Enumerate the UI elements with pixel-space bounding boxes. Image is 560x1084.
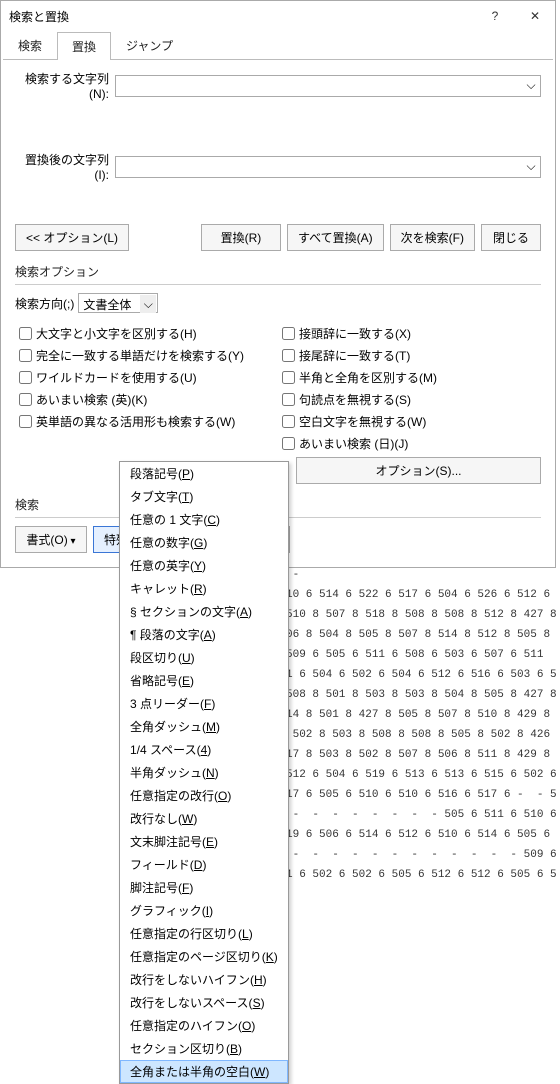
- menu-item[interactable]: 全角または半角の空白(W): [120, 1060, 288, 1083]
- help-icon: ?: [492, 9, 499, 23]
- menu-item[interactable]: 3 点リーダー(F): [120, 692, 288, 715]
- chevron-down-icon[interactable]: ⌵: [522, 76, 540, 96]
- ck-suffix[interactable]: 接尾辞に一致する(T): [278, 346, 541, 365]
- chevron-down-icon[interactable]: ⌵: [522, 157, 540, 177]
- replace-label: 置換後の文字列(I):: [15, 151, 115, 182]
- ck-sounds-like-en[interactable]: あいまい検索 (英)(K): [15, 390, 278, 409]
- dialog-title: 検索と置換: [9, 8, 475, 25]
- options-right: 接頭辞に一致する(X) 接尾辞に一致する(T) 半角と全角を区別する(M) 句読…: [278, 321, 541, 484]
- menu-item[interactable]: 文末脚注記号(E): [120, 830, 288, 853]
- menu-item[interactable]: グラフィック(I): [120, 899, 288, 922]
- close-icon: ✕: [530, 9, 540, 23]
- menu-item[interactable]: 任意指定の改行(O): [120, 784, 288, 807]
- tab-jump[interactable]: ジャンプ: [111, 31, 188, 59]
- menu-item[interactable]: 省略記号(E): [120, 669, 288, 692]
- ck-word-forms[interactable]: 英単語の異なる活用形も検索する(W): [15, 412, 278, 431]
- special-char-menu: 段落記号(P)タブ文字(T)任意の 1 文字(C)任意の数字(G)任意の英字(Y…: [119, 461, 289, 1084]
- menu-item[interactable]: 改行なし(W): [120, 807, 288, 830]
- menu-item[interactable]: 半角ダッシュ(N): [120, 761, 288, 784]
- options-toggle-button[interactable]: << オプション(L): [15, 224, 129, 251]
- menu-item[interactable]: 脚注記号(F): [120, 876, 288, 899]
- chevron-down-icon[interactable]: ⌵: [140, 295, 156, 313]
- ck-wildcards[interactable]: ワイルドカードを使用する(U): [15, 368, 278, 387]
- replace-button[interactable]: 置換(R): [201, 224, 281, 251]
- replace-input[interactable]: ⌵: [115, 156, 541, 178]
- menu-item[interactable]: 改行をしないスペース(S): [120, 991, 288, 1014]
- menu-item[interactable]: 任意の 1 文字(C): [120, 508, 288, 531]
- ck-prefix[interactable]: 接頭辞に一致する(X): [278, 324, 541, 343]
- tab-find[interactable]: 検索: [3, 31, 57, 59]
- ck-punct[interactable]: 句読点を無視する(S): [278, 390, 541, 409]
- direction-label: 検索方向(;): [15, 295, 74, 312]
- menu-item[interactable]: キャレット(R): [120, 577, 288, 600]
- ck-match-case[interactable]: 大文字と小文字を区別する(H): [15, 324, 278, 343]
- menu-item[interactable]: 任意の数字(G): [120, 531, 288, 554]
- ck-whole-word[interactable]: 完全に一致する単語だけを検索する(Y): [15, 346, 278, 365]
- ck-whitespace[interactable]: 空白文字を無視する(W): [278, 412, 541, 431]
- close-dialog-button[interactable]: 閉じる: [481, 224, 541, 251]
- titlebar: 検索と置換 ? ✕: [1, 1, 555, 31]
- menu-item[interactable]: ¶ 段落の文字(A): [120, 623, 288, 646]
- tab-replace[interactable]: 置換: [57, 32, 111, 60]
- replace-all-button[interactable]: すべて置換(A): [287, 224, 384, 251]
- options-left: 大文字と小文字を区別する(H) 完全に一致する単語だけを検索する(Y) ワイルド…: [15, 321, 278, 484]
- menu-item[interactable]: フィールド(D): [120, 853, 288, 876]
- menu-item[interactable]: 段落記号(P): [120, 462, 288, 485]
- search-options-label: 検索オプション: [15, 263, 541, 280]
- find-next-button[interactable]: 次を検索(F): [390, 224, 475, 251]
- menu-item[interactable]: 任意指定のハイフン(O): [120, 1014, 288, 1037]
- direction-value: 文書全体: [79, 294, 135, 315]
- ck-width[interactable]: 半角と全角を区別する(M): [278, 368, 541, 387]
- menu-item[interactable]: タブ文字(T): [120, 485, 288, 508]
- menu-item[interactable]: 任意指定のページ区切り(K): [120, 945, 288, 968]
- menu-item[interactable]: 任意指定の行区切り(L): [120, 922, 288, 945]
- find-label: 検索する文字列(N):: [15, 70, 115, 101]
- menu-item[interactable]: 改行をしないハイフン(H): [120, 968, 288, 991]
- find-input[interactable]: ⌵: [115, 75, 541, 97]
- menu-item[interactable]: 1/4 スペース(4): [120, 738, 288, 761]
- menu-item[interactable]: セクション区切り(B): [120, 1037, 288, 1060]
- jp-options-button[interactable]: オプション(S)...: [296, 457, 541, 484]
- menu-item[interactable]: § セクションの文字(A): [120, 600, 288, 623]
- menu-item[interactable]: 全角ダッシュ(M): [120, 715, 288, 738]
- menu-item[interactable]: 任意の英字(Y): [120, 554, 288, 577]
- help-button[interactable]: ?: [475, 1, 515, 31]
- ck-sounds-like-jp[interactable]: あいまい検索 (日)(J): [278, 434, 541, 453]
- close-button[interactable]: ✕: [515, 1, 555, 31]
- direction-select[interactable]: 文書全体 ⌵: [78, 293, 158, 313]
- tab-bar: 検索 置換 ジャンプ: [3, 31, 553, 60]
- format-button[interactable]: 書式(O): [15, 526, 87, 553]
- menu-item[interactable]: 段区切り(U): [120, 646, 288, 669]
